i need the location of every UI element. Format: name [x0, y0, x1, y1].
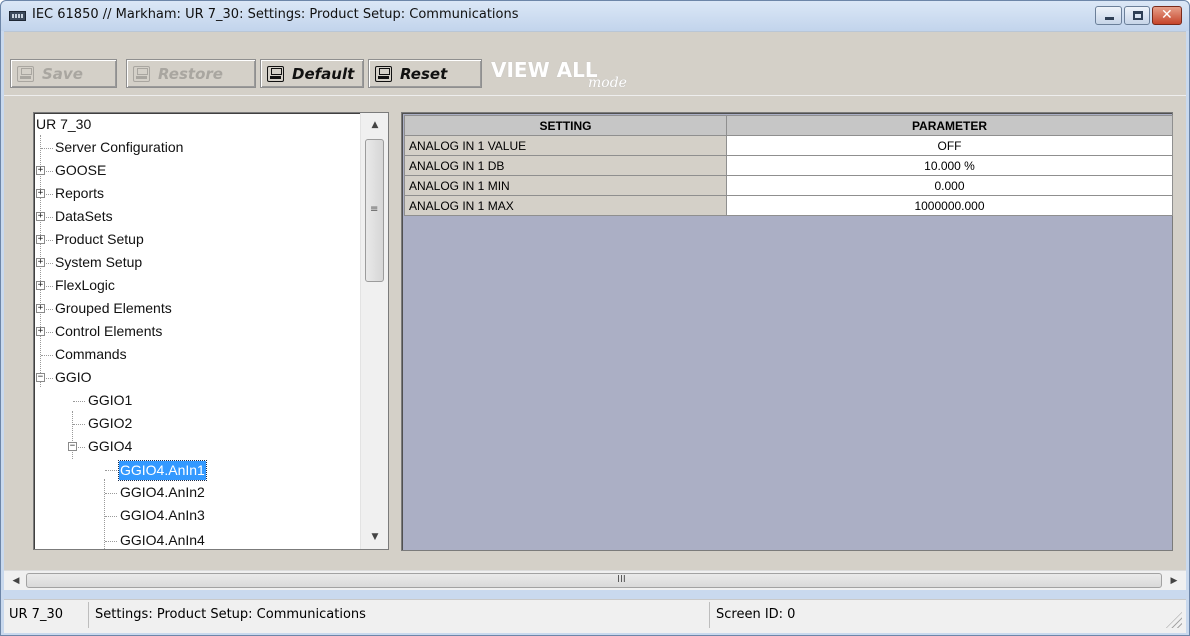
tree-item-label-selected: GGIO4.AnIn1: [118, 460, 207, 481]
table-header-row: SETTING PARAMETER: [404, 115, 1173, 136]
scroll-down-arrow-icon[interactable]: ▼: [361, 525, 388, 549]
scroll-grip-icon: ≡: [370, 204, 379, 215]
tree-item-label: FlexLogic: [55, 277, 115, 293]
tree-item-label: Commands: [55, 346, 127, 362]
status-path: Settings: Product Setup: Communications: [90, 602, 710, 628]
tree-item-label: Product Setup: [55, 231, 144, 247]
tree-item-label: DataSets: [55, 208, 113, 224]
restore-icon: [133, 65, 150, 82]
collapse-icon[interactable]: −: [68, 442, 77, 451]
tree-item-label: Server Configuration: [55, 139, 184, 155]
resize-grip-icon[interactable]: [1166, 612, 1182, 628]
settings-tree[interactable]: UR 7_30 Server Configuration + GOOSE + R…: [34, 113, 360, 549]
save-button[interactable]: Save: [10, 59, 117, 88]
column-header-parameter[interactable]: PARAMETER: [726, 115, 1173, 136]
default-icon: [267, 65, 284, 82]
parameter-value-cell[interactable]: 0.000: [726, 175, 1173, 196]
table-row: ANALOG IN 1 VALUE OFF: [404, 135, 1173, 156]
setting-name-cell: ANALOG IN 1 MAX: [404, 195, 727, 216]
tree-item-label: GOOSE: [55, 162, 107, 178]
view-all-mode-indicator: VIEW ALL mode: [491, 58, 651, 92]
column-header-setting[interactable]: SETTING: [404, 115, 727, 136]
status-device: UR 7_30: [4, 602, 89, 628]
status-screen-id: Screen ID: 0: [716, 607, 796, 622]
horizontal-scroll-thumb[interactable]: III: [26, 573, 1162, 588]
setting-name-cell: ANALOG IN 1 DB: [404, 155, 727, 176]
maximize-icon: [1133, 11, 1143, 20]
horizontal-scrollbar[interactable]: ◀ III ▶: [4, 570, 1186, 590]
expand-icon[interactable]: +: [36, 304, 45, 313]
window-title: IEC 61850 // Markham: UR 7_30: Settings:…: [32, 7, 519, 22]
save-icon: [17, 65, 34, 82]
settings-grid-panel: SETTING PARAMETER ANALOG IN 1 VALUE OFF …: [401, 112, 1173, 551]
app-icon: [9, 11, 26, 21]
tree-item-label: GGIO: [55, 369, 92, 385]
tree-vertical-scrollbar[interactable]: ▲ ≡ ▼: [360, 113, 388, 549]
tree-item-label: Grouped Elements: [55, 300, 172, 316]
title-bar[interactable]: IEC 61850 // Markham: UR 7_30: Settings:…: [1, 1, 1189, 31]
tree-root[interactable]: UR 7_30: [36, 113, 91, 136]
settings-tree-panel: UR 7_30 Server Configuration + GOOSE + R…: [33, 112, 389, 550]
expand-icon[interactable]: +: [36, 281, 45, 290]
setting-name-cell: ANALOG IN 1 VALUE: [404, 135, 727, 156]
tree-item-label: GGIO4: [88, 438, 133, 454]
tree-item-label: GGIO2: [88, 415, 133, 431]
settings-table: SETTING PARAMETER ANALOG IN 1 VALUE OFF …: [404, 115, 1173, 216]
table-row: ANALOG IN 1 DB 10.000 %: [404, 155, 1173, 176]
application-window: IEC 61850 // Markham: UR 7_30: Settings:…: [0, 0, 1190, 636]
view-all-mode-text: mode: [588, 75, 627, 91]
view-all-text: VIEW ALL: [491, 58, 598, 82]
expand-icon[interactable]: +: [36, 327, 45, 336]
scroll-left-arrow-icon[interactable]: ◀: [6, 571, 26, 591]
scroll-thumb[interactable]: ≡: [365, 139, 384, 282]
table-row: ANALOG IN 1 MAX 1000000.000: [404, 195, 1173, 216]
tree-item-label: Reports: [55, 185, 105, 201]
close-icon: ✕: [1161, 7, 1173, 23]
tree-item-label: GGIO4.AnIn4: [120, 532, 205, 548]
reset-label: Reset: [400, 64, 448, 83]
table-row: ANALOG IN 1 MIN 0.000: [404, 175, 1173, 196]
tree-item-label: GGIO1: [88, 392, 133, 408]
collapse-icon[interactable]: −: [36, 373, 45, 382]
expand-icon[interactable]: +: [36, 166, 45, 175]
tree-item-label: GGIO4.AnIn3: [120, 507, 205, 523]
tree-connector: [72, 411, 73, 459]
scroll-grip-icon: III: [617, 574, 626, 585]
default-label: Default: [292, 64, 355, 83]
toolbar: Save Restore Default Reset VIEW ALL mode: [4, 31, 1186, 95]
expand-icon[interactable]: +: [36, 212, 45, 221]
save-label: Save: [42, 64, 83, 83]
reset-button[interactable]: Reset: [368, 59, 482, 88]
maximize-button[interactable]: [1124, 6, 1150, 25]
tree-root-label: UR 7_30: [36, 116, 92, 132]
parameter-value-cell[interactable]: 1000000.000: [726, 195, 1173, 216]
status-bar: UR 7_30 Settings: Product Setup: Communi…: [4, 599, 1186, 633]
scroll-up-arrow-icon[interactable]: ▲: [361, 113, 388, 137]
parameter-value-cell[interactable]: 10.000 %: [726, 155, 1173, 176]
setting-name-cell: ANALOG IN 1 MIN: [404, 175, 727, 196]
tree-item-label: GGIO4.AnIn2: [120, 484, 205, 500]
tree-item-label: System Setup: [55, 254, 143, 270]
restore-label: Restore: [158, 64, 223, 83]
tree-item-label: Control Elements: [55, 323, 163, 339]
restore-button[interactable]: Restore: [126, 59, 256, 88]
minimize-button[interactable]: [1095, 6, 1122, 25]
parameter-value-cell[interactable]: OFF: [726, 135, 1173, 156]
default-button[interactable]: Default: [260, 59, 364, 88]
expand-icon[interactable]: +: [36, 258, 45, 267]
content-area: UR 7_30 Server Configuration + GOOSE + R…: [4, 95, 1186, 575]
scroll-right-arrow-icon[interactable]: ▶: [1164, 571, 1184, 591]
reset-icon: [375, 65, 392, 82]
close-button[interactable]: ✕: [1152, 6, 1182, 25]
expand-icon[interactable]: +: [36, 235, 45, 244]
expand-icon[interactable]: +: [36, 189, 45, 198]
minimize-icon: [1105, 17, 1114, 20]
tree-connector: [104, 479, 105, 549]
